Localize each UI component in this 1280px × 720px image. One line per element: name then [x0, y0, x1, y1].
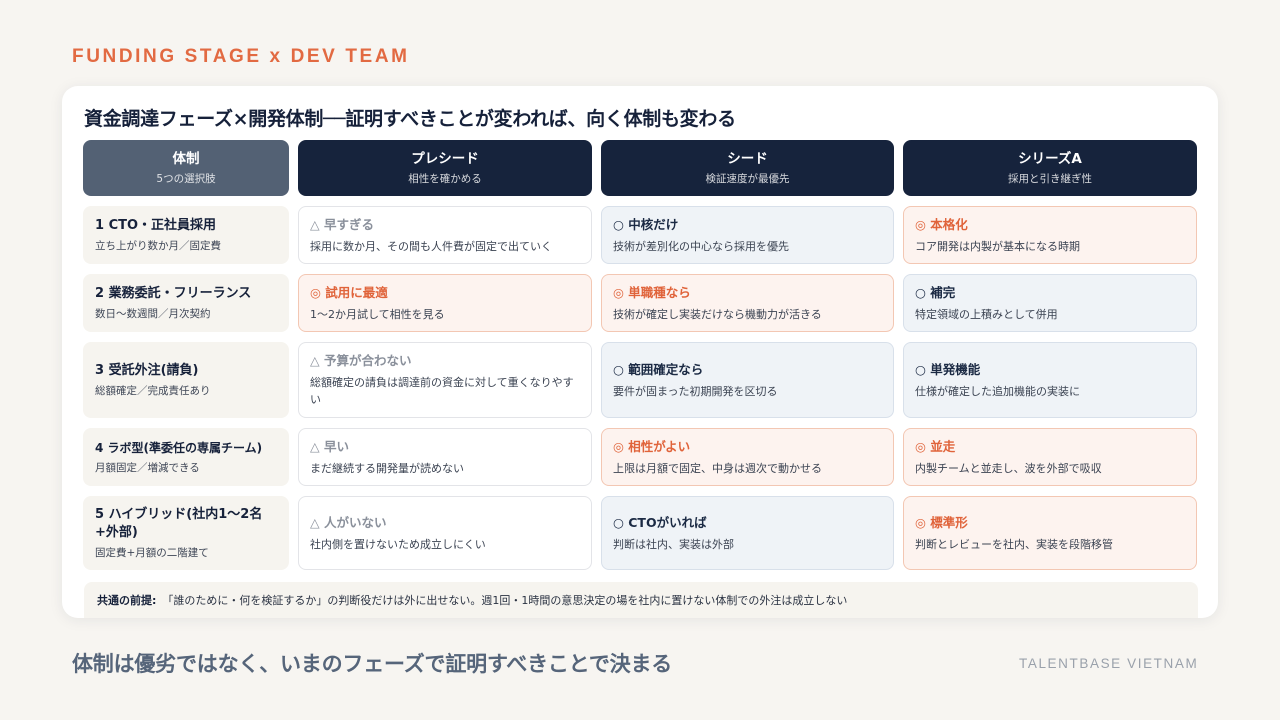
table-cell: △ 早すぎる 採用に数か月、その間も人件費が固定で出ていく: [298, 206, 592, 264]
cell-description: 1〜2か月試して相性を見る: [310, 307, 445, 321]
cell-description: 内製チームと並走し、波を外部で吸収: [915, 461, 1102, 475]
table-cell: ◎ 単職種なら 技術が確定し実装だけなら機動力が活きる: [601, 274, 894, 332]
table-cell: ○ CTOがいれば 判断は社内、実装は外部: [601, 496, 894, 570]
table-cell: ◎ 標準形 判断とレビューを社内、実装を段階移管: [903, 496, 1197, 570]
table-cell: △ 予算が合わない 総額確定の請負は調達前の資金に対して重くなりやすい: [298, 342, 592, 418]
table-cell: ○ 単発機能 仕様が確定した追加機能の実装に: [903, 342, 1197, 418]
cell-rating: △ 人がいない: [310, 514, 387, 530]
table-cell: ○ 補完 特定領域の上積みとして併用: [903, 274, 1197, 332]
cell-rating: ○ 中核だけ: [613, 216, 679, 232]
row-subtitle: 月額固定／増減できる: [95, 462, 200, 474]
column-header-title: シード: [727, 151, 768, 167]
row-subtitle: 総額確定／完成責任あり: [95, 385, 211, 397]
cell-description: 要件が固まった初期開発を区切る: [613, 384, 778, 398]
cell-description: 判断とレビューを社内、実装を段階移管: [915, 537, 1113, 551]
cell-description: 技術が確定し実装だけなら機動力が活きる: [613, 307, 822, 321]
column-header-title: プレシード: [411, 151, 479, 167]
card-title: 資金調達フェーズ×開発体制──証明すべきことが変われば、向く体制も変わる: [84, 108, 736, 130]
brand-logo-text: TALENTBASE VIETNAM: [1019, 656, 1199, 671]
eyebrow-label: FUNDING STAGE x DEV TEAM: [72, 46, 410, 67]
cell-rating: ◎ 相性がよい: [613, 438, 691, 454]
row-subtitle: 数日〜数週間／月次契約: [95, 308, 211, 320]
row-header-lab-team: 4 ラボ型(準委任の専属チーム) 月額固定／増減できる: [83, 428, 289, 486]
cell-description: 判断は社内、実装は外部: [613, 537, 734, 551]
column-header-subtitle: 採用と引き継ぎ性: [1008, 173, 1092, 185]
cell-description: 採用に数か月、その間も人件費が固定で出ていく: [310, 239, 552, 253]
table-cell: ○ 中核だけ 技術が差別化の中心なら採用を優先: [601, 206, 894, 264]
cell-rating: ○ 範囲確定なら: [613, 361, 704, 377]
row-title: 1 CTO・正社員採用: [95, 218, 217, 233]
column-header-title: シリーズA: [1018, 151, 1082, 167]
comparison-card: 資金調達フェーズ×開発体制──証明すべきことが変われば、向く体制も変わる 体制 …: [62, 86, 1218, 618]
row-header-freelance: 2 業務委託・フリーランス 数日〜数週間／月次契約: [83, 274, 289, 332]
column-header-subtitle: 5つの選択肢: [156, 173, 216, 185]
column-header-series-a: シリーズA 採用と引き継ぎ性: [903, 140, 1197, 196]
comparison-table: 体制 5つの選択肢 プレシード 相性を確かめる シード 検証速度が最優先 シリー…: [83, 140, 1197, 570]
cell-description: 総額確定の請負は調達前の資金に対して重くなりやすい: [310, 376, 574, 406]
row-title: 5 ハイブリッド(社内1〜2名+外部): [95, 507, 263, 540]
row-header-hybrid: 5 ハイブリッド(社内1〜2名+外部) 固定費+月額の二階建て: [83, 496, 289, 570]
column-header-subtitle: 相性を確かめる: [408, 173, 482, 185]
column-header-pre-seed: プレシード 相性を確かめる: [298, 140, 592, 196]
cell-rating: ◎ 並走: [915, 438, 956, 454]
common-premise-note: 共通の前提: 「誰のために・何を検証するか」の判断役だけは外に出せない。週1回・…: [84, 582, 1198, 618]
footer-message: 体制は優劣ではなく、いまのフェーズで証明すべきことで決まる: [72, 652, 673, 676]
column-header-subtitle: 検証速度が最優先: [705, 173, 790, 185]
table-cell: △ 人がいない 社内側を置けないため成立しにくい: [298, 496, 592, 570]
table-cell: ◎ 相性がよい 上限は月額で固定、中身は週次で動かせる: [601, 428, 894, 486]
table-cell: ◎ 並走 内製チームと並走し、波を外部で吸収: [903, 428, 1197, 486]
cell-rating: ◎ 標準形: [915, 514, 968, 530]
cell-description: 仕様が確定した追加機能の実装に: [915, 384, 1080, 398]
cell-description: 特定領域の上積みとして併用: [915, 307, 1058, 321]
cell-description: コア開発は内製が基本になる時期: [915, 239, 1080, 253]
cell-description: まだ継続する開発量が読めない: [310, 461, 464, 475]
cell-rating: ○ CTOがいれば: [613, 514, 707, 530]
premise-label: 共通の前提:: [97, 594, 157, 607]
cell-rating: ○ 補完: [915, 284, 956, 300]
row-header-contract-outsourcing: 3 受託外注(請負) 総額確定／完成責任あり: [83, 342, 289, 418]
table-cell: △ 早い まだ継続する開発量が読めない: [298, 428, 592, 486]
row-subtitle: 立ち上がり数か月／固定費: [95, 240, 221, 252]
column-header-structure: 体制 5つの選択肢: [83, 140, 289, 196]
cell-rating: ◎ 試用に最適: [310, 284, 388, 300]
row-title: 2 業務委託・フリーランス: [95, 286, 252, 301]
cell-rating: ◎ 本格化: [915, 216, 968, 232]
premise-text: 「誰のために・何を検証するか」の判断役だけは外に出せない。週1回・1時間の意思決…: [162, 594, 848, 607]
column-header-title: 体制: [172, 151, 200, 167]
cell-description: 技術が差別化の中心なら採用を優先: [613, 239, 789, 253]
cell-description: 上限は月額で固定、中身は週次で動かせる: [613, 461, 822, 475]
table-cell: ○ 範囲確定なら 要件が固まった初期開発を区切る: [601, 342, 894, 418]
row-title: 3 受託外注(請負): [95, 363, 199, 378]
cell-rating: ◎ 単職種なら: [613, 284, 691, 300]
cell-description: 社内側を置けないため成立しにくい: [310, 537, 486, 551]
row-subtitle: 固定費+月額の二階建て: [95, 547, 209, 559]
table-cell: ◎ 本格化 コア開発は内製が基本になる時期: [903, 206, 1197, 264]
cell-rating: △ 早すぎる: [310, 216, 374, 232]
row-header-cto-hire: 1 CTO・正社員採用 立ち上がり数か月／固定費: [83, 206, 289, 264]
cell-rating: △ 予算が合わない: [310, 353, 412, 368]
row-title: 4 ラボ型(準委任の専属チーム): [95, 441, 263, 455]
column-header-seed: シード 検証速度が最優先: [601, 140, 894, 196]
cell-rating: ○ 単発機能: [915, 361, 981, 377]
table-cell: ◎ 試用に最適 1〜2か月試して相性を見る: [298, 274, 592, 332]
cell-rating: △ 早い: [310, 438, 349, 454]
